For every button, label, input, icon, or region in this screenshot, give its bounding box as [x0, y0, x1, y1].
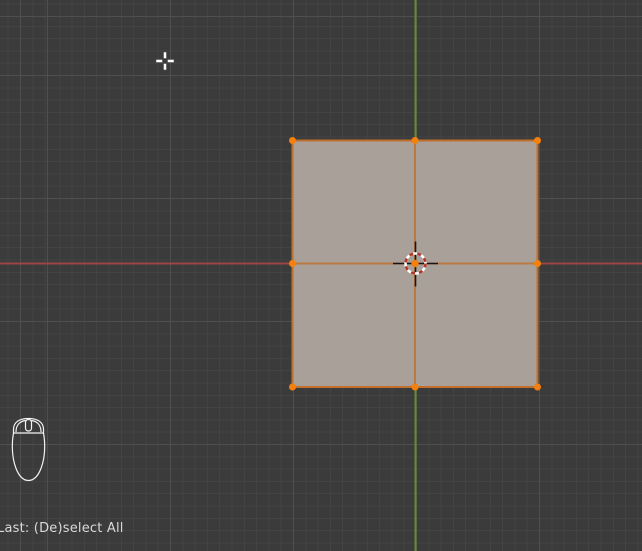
vertex-bottom-mid[interactable]: [411, 383, 419, 391]
vertex-top-mid[interactable]: [411, 137, 419, 144]
pointer-arm-top: [163, 51, 167, 59]
vertex-mid-right[interactable]: [534, 260, 541, 267]
mouse-body-outline: [11, 417, 46, 482]
pointer-arm-left: [155, 59, 163, 63]
mouse-left-button-curve: [15, 419, 26, 433]
pointer-arm-right: [167, 59, 175, 63]
vertex-bottom-right[interactable]: [534, 383, 541, 391]
vertex-top-right[interactable]: [534, 137, 541, 144]
3d-viewport[interactable]: Last: (De)select All: [0, 0, 642, 551]
pointer-arm-bottom: [163, 63, 167, 71]
vertex-bottom-left[interactable]: [289, 383, 296, 391]
mouse-hint-icon: [11, 417, 46, 482]
vertex-top-left[interactable]: [289, 137, 296, 144]
mouse-pointer-crosshair-icon: [155, 51, 175, 71]
mouse-wheel: [24, 418, 33, 432]
vertex-mid-left[interactable]: [289, 260, 296, 267]
viewport-scene: [0, 0, 642, 551]
vertex-center[interactable]: [411, 259, 419, 268]
status-last-action: Last: (De)select All: [0, 521, 124, 536]
mouse-right-button-curve: [31, 419, 42, 433]
